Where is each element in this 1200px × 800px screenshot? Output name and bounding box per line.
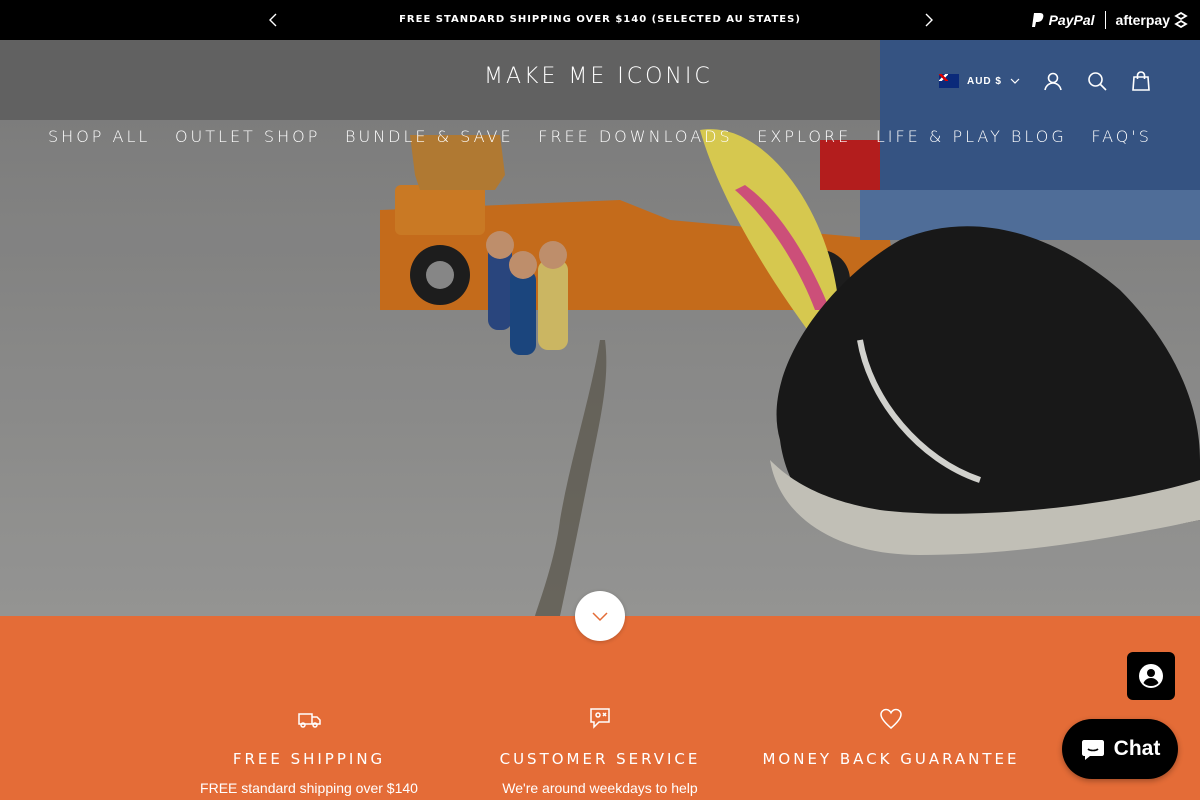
site-logo[interactable]: MAKE ME ICONIC — [484, 64, 713, 89]
account-icon[interactable] — [1042, 70, 1064, 92]
feature-text: FREE standard shipping over $140 — [200, 780, 418, 796]
feature-title: FREE SHIPPING — [232, 750, 386, 768]
nav-faqs[interactable]: FAQ'S — [1091, 127, 1152, 146]
logo-text-2: NIC — [665, 64, 713, 89]
chat-button[interactable]: Chat — [1062, 719, 1178, 779]
chevron-down-icon — [592, 612, 608, 622]
announcement-text: FREE STANDARD SHIPPING OVER $140 (SELECT… — [399, 14, 801, 25]
nav-free-downloads[interactable]: FREE DOWNLOADS — [538, 127, 732, 146]
next-announcement-button[interactable] — [918, 10, 938, 30]
feature-customer-service: CUSTOMER SERVICE We're around weekdays t… — [470, 706, 730, 796]
site-header: MAKE ME ICONIC AUD $ — [0, 40, 1200, 126]
feature-title: MONEY BACK GUARANTEE — [762, 750, 1020, 768]
nav-bundle-save[interactable]: BUNDLE & SAVE — [345, 127, 514, 146]
payment-logos: PayPal afterpay — [1031, 0, 1190, 40]
chevron-right-icon — [925, 13, 933, 27]
truck-icon — [298, 713, 321, 728]
australia-flag-icon — [938, 74, 959, 88]
logo-text-1: MAKE ME IC — [484, 64, 646, 89]
afterpay-arrows-icon — [1174, 12, 1188, 28]
paypal-icon — [1031, 13, 1043, 27]
chevron-down-icon — [1010, 78, 1020, 84]
feature-text: We're around weekdays to help — [502, 780, 698, 796]
feature-title: CUSTOMER SERVICE — [499, 750, 701, 768]
account-widget-button[interactable] — [1127, 652, 1175, 700]
header-actions: AUD $ — [938, 70, 1152, 92]
nav-outlet-shop[interactable]: OUTLET SHOP — [175, 127, 320, 146]
feature-free-shipping: FREE SHIPPING FREE standard shipping ove… — [179, 706, 439, 796]
chat-support-icon — [590, 708, 610, 729]
scroll-down-button[interactable] — [575, 591, 625, 641]
chat-label: Chat — [1113, 737, 1161, 760]
nav-life-play-blog[interactable]: LIFE & PLAY BLOG — [876, 127, 1067, 146]
nav-shop-all[interactable]: SHOP ALL — [48, 127, 150, 146]
afterpay-text: afterpay — [1115, 12, 1170, 28]
paypal-logo: PayPal — [1031, 12, 1095, 28]
chat-bubble-icon — [1081, 740, 1104, 760]
currency-label: AUD $ — [966, 75, 1002, 87]
feature-money-back: MONEY BACK GUARANTEE — [761, 706, 1021, 780]
search-icon[interactable] — [1086, 70, 1108, 92]
afterpay-logo: afterpay — [1116, 12, 1190, 28]
payment-divider — [1104, 11, 1106, 29]
heart-icon — [880, 708, 902, 729]
announcement-bar: FREE STANDARD SHIPPING OVER $140 (SELECT… — [0, 0, 1200, 40]
currency-selector[interactable]: AUD $ — [938, 74, 1020, 88]
cart-icon[interactable] — [1130, 70, 1152, 92]
paypal-text: PayPal — [1048, 12, 1095, 28]
main-navigation: SHOP ALL OUTLET SHOP BUNDLE & SAVE FREE … — [48, 127, 1152, 146]
logo-text-o: O — [645, 64, 666, 89]
nav-explore[interactable]: EXPLORE — [757, 127, 851, 146]
user-circle-icon — [1139, 664, 1163, 688]
